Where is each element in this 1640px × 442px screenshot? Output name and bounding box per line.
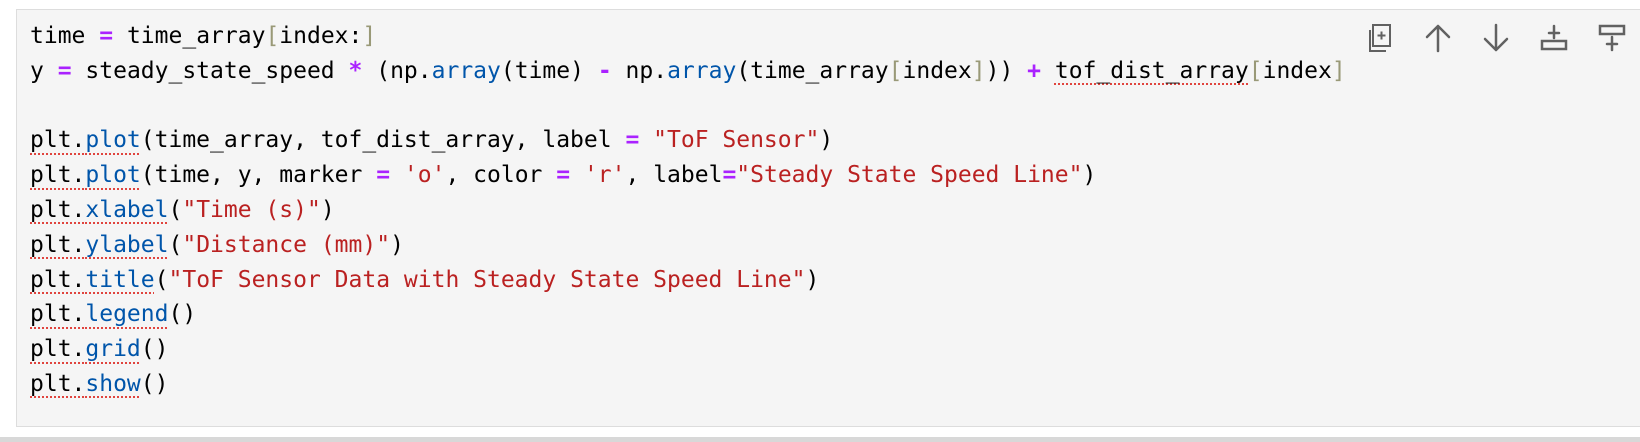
code-token: ( xyxy=(168,196,183,223)
code-token: "Distance (mm)" xyxy=(182,231,391,258)
code-token: ) xyxy=(390,231,404,258)
code-token: time_array xyxy=(113,23,266,49)
code-line[interactable]: plt.plot(time, y, marker = 'o', color = … xyxy=(30,158,1346,193)
code-line[interactable] xyxy=(30,89,1346,124)
code-token: steady_state_speed xyxy=(71,57,349,84)
code-token: 'r' xyxy=(583,162,626,189)
code-token: show xyxy=(85,370,141,397)
insert-below-icon xyxy=(1540,24,1568,51)
code-token: "ToF Sensor" xyxy=(653,127,820,154)
code-token: [ xyxy=(1248,57,1263,84)
code-token: ) xyxy=(1082,162,1097,189)
duplicate-cell-button[interactable] xyxy=(1362,20,1398,56)
code-token: [ xyxy=(265,23,280,49)
code-token: )) xyxy=(985,57,1028,84)
code-token: tof_dist_array xyxy=(1054,57,1249,84)
arrow-down-icon xyxy=(1483,23,1509,52)
code-token: ) xyxy=(805,266,820,293)
code-token: array xyxy=(667,57,737,84)
code-token: = xyxy=(376,162,391,189)
code-token: () xyxy=(140,336,169,363)
code-line[interactable]: plt.title("ToF Sensor Data with Steady S… xyxy=(30,263,1346,298)
code-token: time xyxy=(30,23,100,49)
code-token: plt. xyxy=(30,162,86,189)
code-token: = xyxy=(625,127,640,154)
code-token: = xyxy=(556,162,571,189)
code-token: index xyxy=(902,57,972,84)
code-token: ) xyxy=(320,196,335,223)
code-token: = xyxy=(57,57,72,84)
cell-divider xyxy=(0,437,1640,442)
code-line[interactable]: plt.xlabel("Time (s)") xyxy=(30,193,1346,228)
code-token: plot xyxy=(85,162,141,189)
arrow-up-icon xyxy=(1425,24,1451,53)
code-token: , label xyxy=(625,162,723,189)
code-token: index: xyxy=(279,23,363,49)
code-token: + xyxy=(1027,57,1042,84)
notebook-page: time = time_array[index:] y = steady_stat… xyxy=(0,0,1640,442)
code-token: title xyxy=(85,266,155,293)
insert-below-button[interactable] xyxy=(1536,20,1572,56)
code-token: index xyxy=(1262,57,1332,84)
code-token: (np. xyxy=(362,57,432,84)
code-token: [ xyxy=(888,57,903,84)
code-token: plt. xyxy=(30,231,86,258)
code-token: legend xyxy=(85,301,169,328)
code-token: , color xyxy=(445,162,557,189)
code-line[interactable]: plt.grid() xyxy=(30,332,1346,367)
code-token: * xyxy=(348,57,363,84)
code-token: plt. xyxy=(30,336,86,363)
code-token: 'o' xyxy=(403,162,446,189)
code-token: - xyxy=(597,57,612,84)
code-line[interactable]: plt.ylabel("Distance (mm)") xyxy=(30,228,1346,263)
insert-above-icon xyxy=(1598,24,1626,52)
code-token: ] xyxy=(971,57,986,84)
code-token: = xyxy=(722,162,737,189)
code-token: plt. xyxy=(30,266,86,293)
code-line[interactable]: plt.show() xyxy=(30,367,1346,402)
code-line[interactable]: plt.plot(time_array, tof_dist_array, lab… xyxy=(30,123,1346,158)
code-token: ylabel xyxy=(85,231,169,258)
code-token: () xyxy=(140,370,169,397)
insert-above-button[interactable] xyxy=(1594,20,1630,56)
code-editor[interactable]: time = time_array[index:] y = steady_stat… xyxy=(30,19,1346,402)
code-token: "ToF Sensor Data with Steady State Speed… xyxy=(168,266,806,293)
code-token: xlabel xyxy=(85,196,169,223)
code-token: plt. xyxy=(30,370,86,397)
code-token: ] xyxy=(362,23,377,49)
code-token: array xyxy=(431,57,501,84)
code-token: plot xyxy=(85,127,141,154)
code-token: grid xyxy=(85,336,141,363)
code-token: plt. xyxy=(30,196,86,223)
code-token: "Time (s)" xyxy=(182,196,321,223)
move-up-button[interactable] xyxy=(1420,20,1456,56)
cell-toolbar xyxy=(1362,20,1630,56)
move-down-button[interactable] xyxy=(1478,20,1514,56)
code-token: "Steady State Speed Line" xyxy=(736,162,1083,189)
code-token: (time) xyxy=(500,57,598,84)
code-token: (time, y, marker xyxy=(140,162,377,189)
code-line[interactable]: time = time_array[index:] xyxy=(30,19,1346,54)
code-token: ] xyxy=(1331,57,1346,84)
code-token: plt. xyxy=(30,127,86,154)
code-line[interactable]: plt.legend() xyxy=(30,297,1346,332)
copy-icon xyxy=(1369,24,1391,52)
code-token: ( xyxy=(154,266,169,293)
code-token: (time_array, tof_dist_array, label xyxy=(140,127,626,154)
code-token: (time_array xyxy=(736,57,889,84)
code-token: ) xyxy=(819,127,834,154)
code-token: plt. xyxy=(30,301,86,328)
code-token: = xyxy=(99,23,114,49)
code-token: ( xyxy=(168,231,183,258)
code-line[interactable]: y = steady_state_speed * (np.array(time)… xyxy=(30,54,1346,89)
code-token: () xyxy=(168,301,197,328)
code-token: y xyxy=(30,57,58,84)
code-token: np. xyxy=(611,57,668,84)
